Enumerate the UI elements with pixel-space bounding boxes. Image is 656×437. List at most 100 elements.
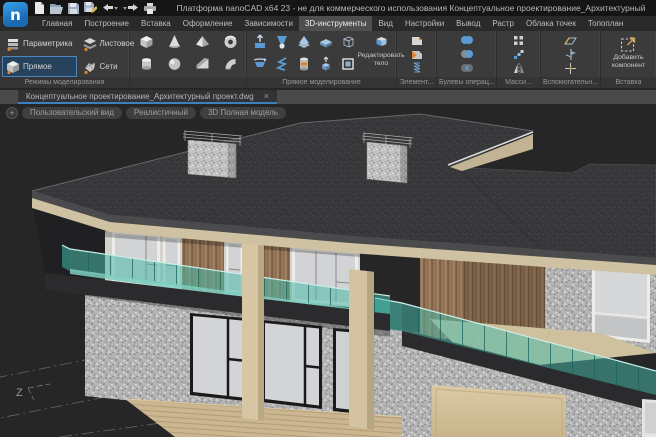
ribbon-tab-topoplan[interactable]: Топоплан xyxy=(582,16,629,31)
parametric-mode-button[interactable]: Параметрика xyxy=(2,33,77,54)
ribbon-tab-oformlenie[interactable]: Оформление xyxy=(177,16,239,31)
undo-icon[interactable] xyxy=(102,1,118,15)
panel-label-element: Элемент... xyxy=(397,77,436,88)
ribbon-tab-nastroyki[interactable]: Настройки xyxy=(399,16,450,31)
panel-modeling-modes: Параметрика Прямое Листовое Сети Режимы … xyxy=(0,31,130,88)
panel-array: Масси... xyxy=(497,31,541,88)
solid-fill-icon[interactable] xyxy=(296,56,312,77)
panel-primitives xyxy=(130,31,247,88)
mirror-icon[interactable] xyxy=(513,62,525,74)
torus-primitive-button[interactable] xyxy=(222,34,239,55)
wire-box-icon[interactable] xyxy=(340,34,356,55)
panel-label-modes: Режимы моделирования xyxy=(0,77,129,88)
new-file-icon[interactable] xyxy=(34,1,45,15)
add-component-icon xyxy=(619,35,638,53)
mesh-label: Сети xyxy=(100,62,118,71)
point-icon[interactable] xyxy=(565,62,576,74)
viewport: + Пользовательский вид Реалистичный 3D П… xyxy=(0,104,656,437)
sheet-icon xyxy=(83,37,97,51)
ground-window-2 xyxy=(262,320,322,409)
wedge-primitive-button[interactable] xyxy=(194,56,211,77)
add-component-button[interactable]: Добавить компонент xyxy=(604,33,654,77)
column-2 xyxy=(349,269,374,430)
spring-icon[interactable] xyxy=(411,62,423,74)
loft-icon[interactable] xyxy=(274,34,290,55)
direct-mode-button[interactable]: Прямое xyxy=(2,56,77,77)
ribbon-tab-glavnaya[interactable]: Главная xyxy=(36,16,78,31)
ribbon-tab-oblaka-tochek[interactable]: Облака точек xyxy=(520,16,582,31)
garage-side-window xyxy=(642,399,656,437)
save-icon[interactable] xyxy=(68,1,79,15)
ribbon-tab-vid[interactable]: Вид xyxy=(372,16,398,31)
direct-label: Прямое xyxy=(23,62,52,71)
intersect-icon[interactable] xyxy=(460,62,474,74)
column-1 xyxy=(242,239,264,421)
ribbon-tab-rastr[interactable]: Растр xyxy=(486,16,520,31)
visual-style-button[interactable]: Реалистичный xyxy=(126,107,196,119)
slab-icon[interactable] xyxy=(318,34,334,55)
work-plane-icon[interactable] xyxy=(564,34,577,46)
cylinder-primitive-button[interactable] xyxy=(138,56,155,77)
ribbon-tab-zavisimosti[interactable]: Зависимости xyxy=(238,16,299,31)
spiral-icon[interactable] xyxy=(274,56,290,77)
viewport-controls: + Пользовательский вид Реалистичный 3D П… xyxy=(6,107,286,119)
sheet-flat-icon[interactable] xyxy=(411,34,423,46)
union-icon[interactable] xyxy=(460,34,474,46)
panel-label-insert: Вставка xyxy=(601,77,656,88)
titlebar: n Платформа nanoCAD x64 23 - не для комм… xyxy=(0,0,656,16)
press-pull-icon[interactable] xyxy=(252,34,268,55)
path-array-icon[interactable] xyxy=(513,48,524,60)
svg-text:Z: Z xyxy=(16,387,23,399)
ribbon-tab-3d-instrumenty[interactable]: 3D-инструменты xyxy=(299,16,373,31)
model-config-button[interactable]: 3D Полная модель xyxy=(200,107,286,119)
close-tab-icon[interactable]: × xyxy=(264,92,269,101)
document-tab[interactable]: Концептуальное проектирование_Архитектур… xyxy=(18,90,277,104)
open-file-icon[interactable] xyxy=(50,1,63,15)
ribbon-tab-vyvod[interactable]: Вывод xyxy=(450,16,486,31)
edit-solid-icon xyxy=(373,35,390,51)
quick-access-toolbar xyxy=(34,0,156,16)
direct-icon xyxy=(6,60,20,74)
panel-label-direct-modeling: Прямое моделирование xyxy=(247,77,396,88)
save-as-icon[interactable] xyxy=(84,1,97,15)
planar-surface-icon[interactable] xyxy=(296,34,312,55)
panel-label-array: Масси... xyxy=(497,77,540,88)
subtract-icon[interactable] xyxy=(460,48,474,60)
pyramid-primitive-button[interactable] xyxy=(194,34,211,55)
right-window xyxy=(592,265,650,343)
sheet-bend-icon[interactable] xyxy=(411,48,423,60)
panel-direct-modeling: Редактировать тело Прямое моделирование xyxy=(247,31,397,88)
panel-label-primitives xyxy=(130,77,246,88)
corner-primitive-button[interactable] xyxy=(222,56,239,77)
rect-array-icon[interactable] xyxy=(513,34,524,46)
nanocad-window: { "titlebar": { "title": "Платформа nano… xyxy=(0,0,656,436)
cone-primitive-button[interactable] xyxy=(166,34,183,55)
parametric-icon xyxy=(6,37,20,51)
view-name-button[interactable]: Пользовательский вид xyxy=(22,107,122,119)
panel-element: Элемент... xyxy=(397,31,437,88)
section-plane-icon[interactable] xyxy=(565,48,577,60)
panel-boolean: Булевы операц... xyxy=(437,31,497,88)
mesh-icon xyxy=(83,60,97,74)
viewport-canvas[interactable]: Z xyxy=(0,104,656,437)
panel-label-helpers: Вспомогательн... xyxy=(541,77,600,88)
parametric-label: Параметрика xyxy=(23,39,73,48)
panel-insert: Добавить компонент Вставка xyxy=(601,31,656,88)
nanocad-logo[interactable]: n xyxy=(3,2,28,27)
ribbon-tab-postroenie[interactable]: Построение xyxy=(78,16,135,31)
ground-window-1 xyxy=(190,313,245,401)
window-title: Платформа nanoCAD x64 23 - не для коммер… xyxy=(170,3,652,13)
sphere-primitive-button[interactable] xyxy=(166,56,183,77)
document-tab-title: Концептуальное проектирование_Архитектур… xyxy=(26,92,254,101)
box-primitive-button[interactable] xyxy=(138,34,155,55)
ribbon-tab-bar: Главная Построение Вставка Оформление За… xyxy=(0,16,656,31)
print-icon[interactable] xyxy=(144,1,156,15)
revolve-icon[interactable] xyxy=(252,56,268,77)
section-icon[interactable] xyxy=(340,56,356,77)
add-component-label: Добавить компонент xyxy=(604,54,654,70)
ribbon-tab-vstavka[interactable]: Вставка xyxy=(135,16,177,31)
add-view-button[interactable]: + xyxy=(6,107,18,119)
panel-label-boolean: Булевы операц... xyxy=(437,77,496,88)
redo-icon[interactable] xyxy=(123,1,139,15)
extrude-icon[interactable] xyxy=(318,56,334,77)
